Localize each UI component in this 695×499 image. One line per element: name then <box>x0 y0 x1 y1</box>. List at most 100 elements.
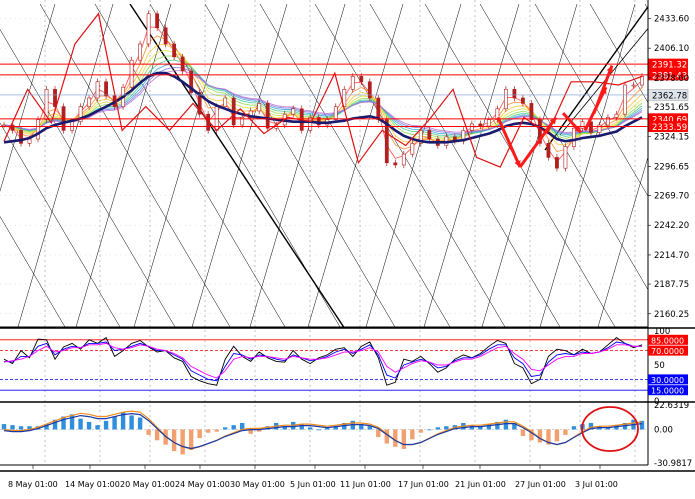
macd-bar <box>410 429 415 440</box>
y-tick-label: 2214.70 <box>654 251 689 261</box>
macd-bar <box>231 425 236 430</box>
macd-bar <box>520 429 526 436</box>
candle-body <box>172 43 177 58</box>
macd-bar <box>78 418 83 430</box>
macd-bar <box>401 429 407 449</box>
macd-bar <box>563 429 568 435</box>
level-label: 2391.32 <box>652 61 687 71</box>
candle-body <box>546 143 551 158</box>
macd-bar <box>308 427 313 430</box>
macd-bar <box>222 427 228 430</box>
candle-body <box>512 89 517 99</box>
macd-bar <box>418 429 424 433</box>
x-tick-label: 30 May 01:00 <box>230 480 285 489</box>
macd-bar <box>239 422 245 430</box>
candle-body <box>155 13 160 29</box>
macd-bar <box>554 429 560 442</box>
macd-bar <box>86 421 92 430</box>
candle-body <box>410 143 415 155</box>
chart-root: 2391.32 2381.43 2340.69 2333.59 2362.78 2433.… <box>0 0 695 495</box>
candle-body <box>469 123 474 131</box>
osc-level-label: 30.0000 <box>651 376 684 385</box>
macd-bar <box>69 414 75 430</box>
candle-body <box>104 81 108 97</box>
candle-body <box>138 43 143 61</box>
candle-body <box>87 97 91 107</box>
macd-bar <box>384 429 389 444</box>
y-tick-label: 2269.70 <box>654 192 689 202</box>
macd-bar <box>188 429 194 451</box>
x-tick-label: 3 Jul 01:00 <box>575 480 618 489</box>
price-tag-label: 2362.78 <box>652 91 687 101</box>
candle-body <box>529 103 534 120</box>
candle-body <box>291 108 296 115</box>
level-label: 2333.59 <box>652 123 687 133</box>
y-tick-label: 2160.25 <box>654 310 689 320</box>
macd-y-tick-label: 22.6319 <box>654 401 689 411</box>
osc-level-label: 85.0000 <box>651 336 684 345</box>
macd-bar <box>137 417 143 430</box>
macd-bar <box>316 429 321 431</box>
candle-body <box>393 162 398 166</box>
x-tick-label: 17 Jun 01:00 <box>398 480 449 489</box>
y-tick-label: 2242.20 <box>654 221 689 231</box>
macd-bar <box>444 426 449 430</box>
candle-body <box>555 157 559 169</box>
y-tick-label: 2406.10 <box>654 44 689 54</box>
x-tick-label: 11 Jun 01:00 <box>340 480 391 489</box>
candle-body <box>580 121 585 129</box>
macd-bar <box>376 429 381 438</box>
macd-bar <box>537 429 543 443</box>
candle-body <box>478 123 483 127</box>
candle-body <box>2 124 6 127</box>
macd-bar <box>205 429 211 433</box>
candle-body <box>631 84 636 87</box>
candle-body <box>36 119 40 140</box>
x-tick-label: 27 Jun 01:00 <box>515 480 566 489</box>
candle-body <box>333 106 338 120</box>
candle-body <box>427 130 432 140</box>
y-tick-label: 2378.60 <box>654 74 689 84</box>
candle-body <box>163 27 168 45</box>
candle-body <box>308 117 313 131</box>
macd-bar <box>1 424 7 430</box>
macd-bar <box>393 429 398 447</box>
candle-body <box>503 89 508 110</box>
macd-bar <box>146 429 151 435</box>
candle-body <box>257 103 262 112</box>
macd-bar <box>503 419 509 430</box>
candle-body <box>401 153 406 166</box>
candle-body <box>359 76 364 83</box>
macd-y-tick-label: -30.9817 <box>654 459 692 469</box>
trading-chart: 2391.322381.432340.692333.592362.782433.… <box>0 0 695 495</box>
macd-bar <box>154 429 160 441</box>
macd-bar <box>435 427 441 430</box>
x-tick-label: 24 May 01:00 <box>175 480 230 489</box>
candle-body <box>572 127 576 147</box>
chart-background <box>0 0 695 495</box>
macd-bar <box>197 429 202 439</box>
macd-bar <box>427 429 432 431</box>
osc-level-label: 70.0000 <box>651 347 684 356</box>
candle-body <box>623 84 627 115</box>
macd-bar <box>18 426 24 430</box>
macd-bar <box>571 426 577 430</box>
osc-y-tick-label: 100 <box>654 327 670 337</box>
candle-body <box>27 138 32 144</box>
candle-body <box>367 81 372 99</box>
macd-bar <box>103 420 109 430</box>
candle-body <box>146 13 151 45</box>
macd-bar <box>171 429 177 452</box>
osc-level-label: 15.0000 <box>651 387 684 396</box>
y-tick-label: 2187.75 <box>654 280 689 290</box>
candle-body <box>521 97 525 104</box>
macd-y-tick-label: 0.00 <box>654 425 673 435</box>
macd-bar <box>95 425 100 430</box>
candle-body <box>640 76 644 86</box>
macd-bar <box>214 429 219 432</box>
macd-bar <box>112 416 117 430</box>
x-tick-label: 21 Jun 01:00 <box>455 480 506 489</box>
macd-bar <box>10 425 15 430</box>
y-tick-label: 2351.65 <box>654 103 689 113</box>
candle-body <box>376 97 381 120</box>
